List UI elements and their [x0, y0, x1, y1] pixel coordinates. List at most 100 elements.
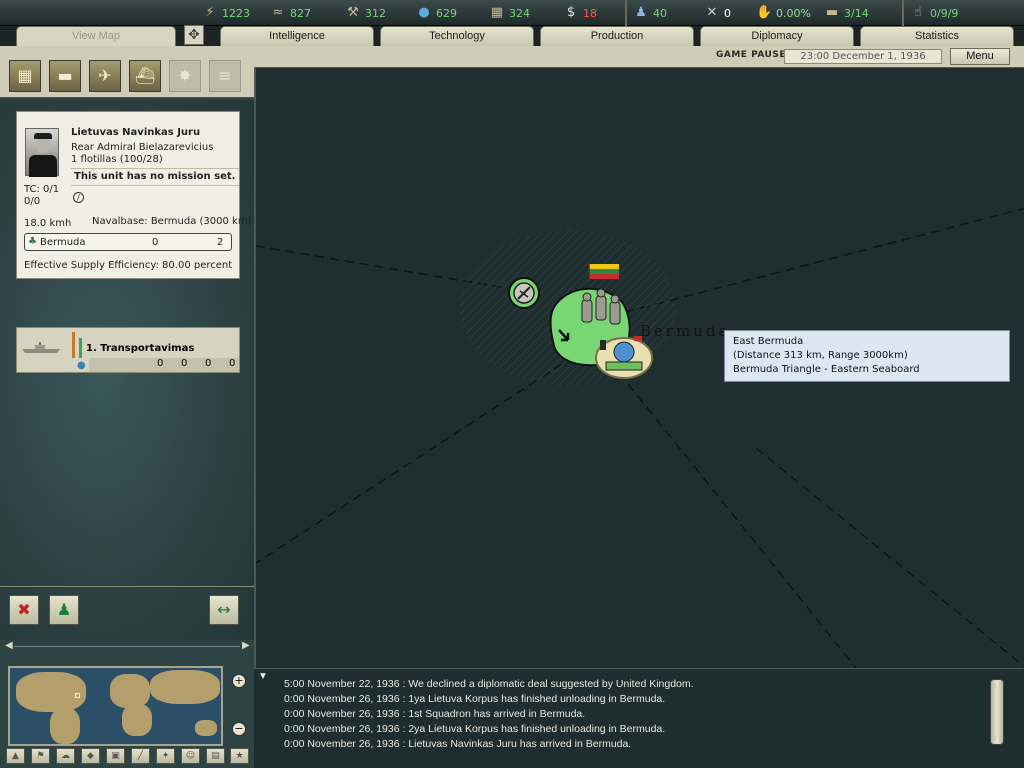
base-name: Bermuda: [40, 237, 86, 248]
plus-icon: +: [234, 674, 244, 687]
base-value: 2: [217, 237, 224, 248]
transport-capacity: TC: 0/1: [24, 184, 60, 195]
mapmode-political[interactable]: ⚑: [31, 748, 50, 764]
reorganize-button[interactable]: ♟: [49, 595, 79, 625]
map-icon: ▦: [17, 66, 33, 85]
provinces-filter-button[interactable]: ▦: [9, 60, 41, 92]
mapmode-supply[interactable]: ▣: [106, 748, 125, 764]
resource-diplomats[interactable]: ☝ 0/9/9: [910, 4, 958, 22]
order-buttons: ✖ ♟ ↔: [0, 586, 254, 636]
mission-status: This unit has no mission set.: [71, 168, 239, 186]
minimap-view-marker: [75, 693, 80, 698]
troops-icon: ♟: [56, 600, 72, 619]
minimap[interactable]: [8, 666, 223, 746]
tab-technology[interactable]: Technology: [380, 26, 534, 46]
metal-icon: ≈: [272, 5, 284, 20]
resource-transports[interactable]: ▬ 3/14: [824, 4, 869, 22]
resource-oil[interactable]: ● 629: [416, 4, 457, 22]
mapmode-partisans[interactable]: ✦: [156, 748, 175, 764]
resource-bar: ⚡ 1223 ≈827 ⚒ 312 ● 629 ▦ 324 $18 ♟ 40 ✕ 0 ✋ 0.…: [0, 0, 1024, 26]
scroll-track[interactable]: [14, 646, 240, 647]
organisation-bar: [79, 338, 82, 358]
energy-icon: ⚡: [205, 5, 215, 20]
battles-filter-button[interactable]: ✸: [169, 60, 201, 92]
navalbase-label: Navalbase: Bermuda (3000 km): [92, 216, 252, 227]
ship-icon: ⛴: [134, 66, 156, 85]
naval-units-filter-button[interactable]: ⛴: [129, 60, 161, 92]
unit-type-bar: ▦ ▬ ✈ ⛴ ✸ ≡: [0, 46, 254, 98]
tab-production[interactable]: Production: [540, 26, 694, 46]
log-entry: 5:00 November 22, 1936 : We declined a d…: [284, 678, 694, 690]
menu-button[interactable]: Menu: [950, 48, 1010, 65]
resource-supplies[interactable]: ▦ 324: [489, 4, 530, 22]
resource-energy[interactable]: ⚡ 1223: [202, 4, 250, 22]
lithuania-flag[interactable]: [588, 262, 619, 282]
zoom-out-button[interactable]: −: [232, 722, 246, 736]
unit-speed: 18.0 kmh: [24, 218, 72, 229]
tab-statistics[interactable]: Statistics: [860, 26, 1014, 46]
status-bar: GAME PAUSED 23:00 December 1, 1936 Menu: [254, 46, 1024, 68]
supplies-icon: ▦: [490, 5, 504, 20]
split-icon: ↔: [217, 600, 231, 619]
divider: [902, 0, 904, 26]
mapmode-terrain[interactable]: ▲: [6, 748, 25, 764]
log-entry: 0:00 November 26, 1936 : 1ya Lietuva Kor…: [284, 693, 666, 705]
resource-money[interactable]: $18: [563, 4, 597, 22]
scroll-right-icon[interactable]: ▶: [242, 640, 250, 651]
center-map-button[interactable]: ✥: [184, 25, 204, 45]
tab-diplomacy[interactable]: Diplomacy: [700, 26, 854, 46]
log-entry: 0:00 November 26, 1936 : 1st Squadron ha…: [284, 708, 586, 720]
mapmode-theatre[interactable]: ▤: [206, 748, 225, 764]
no-entry-icon[interactable]: /: [73, 192, 84, 203]
disband-button[interactable]: ✖: [9, 595, 39, 625]
commander-name[interactable]: Rear Admiral Bielazarevicius: [71, 142, 213, 153]
game-date: 23:00 December 1, 1936: [784, 49, 942, 64]
convoy-icon: ≡: [218, 66, 232, 85]
tab-intelligence[interactable]: Intelligence: [220, 26, 374, 46]
mapmode-resources[interactable]: ◆: [81, 748, 100, 764]
minus-icon: −: [234, 722, 244, 735]
fuel-icon: ●: [77, 360, 86, 371]
base-location-row[interactable]: ♣ Bermuda 0 2: [24, 233, 232, 251]
land-units-filter-button[interactable]: ▬: [49, 60, 81, 92]
map-mode-buttons: ▲ ⚑ ☁ ◆ ▣ ╱ ✦ ☺ ▤ ★: [6, 748, 249, 766]
explosion-icon: ✸: [178, 66, 192, 85]
unit-name: Lietuvas Navinkas Juru: [71, 127, 201, 138]
base-value: 0: [152, 237, 159, 248]
log-scrollbar[interactable]: [990, 679, 1004, 745]
resource-rare-materials[interactable]: ⚒ 312: [345, 4, 386, 22]
event-log[interactable]: ▼ 5:00 November 22, 1936 : We declined a…: [254, 668, 1024, 768]
flotilla-stats: 0 0 0 0: [89, 358, 239, 372]
mapmode-infrastructure[interactable]: ╱: [131, 748, 150, 764]
province-label: Bermuda: [640, 322, 731, 340]
resource-war-support[interactable]: ✋ 0.00%: [756, 4, 811, 22]
flotilla-name: 1. Transportavimas: [86, 343, 195, 354]
zoom-in-button[interactable]: +: [232, 674, 246, 688]
rare-materials-icon: ⚒: [347, 5, 359, 20]
flotilla-row[interactable]: 1. Transportavimas ● 0 0 0 0: [16, 327, 240, 373]
scroll-left-icon[interactable]: ◀: [5, 640, 13, 651]
mapmode-victory[interactable]: ★: [230, 748, 249, 764]
mapmode-diplomatic[interactable]: ☺: [181, 748, 200, 764]
war-support-icon: ✋: [756, 5, 773, 20]
main-tabs: View Map Intelligence Technology Product…: [0, 26, 1024, 48]
strength-bar: [72, 332, 75, 358]
air-units-filter-button[interactable]: ✈: [89, 60, 121, 92]
tank-icon: ▬: [57, 66, 73, 85]
log-collapse-icon[interactable]: ▼: [258, 671, 268, 682]
resource-metal[interactable]: ≈827: [270, 4, 311, 22]
tab-view-map[interactable]: View Map: [16, 26, 176, 48]
leaf-icon: ♣: [28, 236, 37, 247]
unit-info-card: Lietuvas Navinkas Juru Rear Admiral Biel…: [16, 111, 251, 279]
split-button[interactable]: ↔: [209, 595, 239, 625]
divider: [625, 0, 627, 26]
diplomats-icon: ☝: [914, 5, 922, 20]
convoys-filter-button[interactable]: ≡: [209, 60, 241, 92]
game-paused-label: GAME PAUSED: [716, 50, 794, 60]
mapmode-weather[interactable]: ☁: [56, 748, 75, 764]
resource-manpower[interactable]: ♟ 40: [633, 4, 667, 22]
left-panel: ▦ ▬ ✈ ⛴ ✸ ≡ Lietuvas Navinkas Juru Rear …: [0, 46, 254, 768]
manpower-icon: ♟: [635, 5, 647, 20]
transports-icon: ▬: [825, 5, 839, 20]
resource-dissent[interactable]: ✕ 0: [704, 4, 731, 22]
